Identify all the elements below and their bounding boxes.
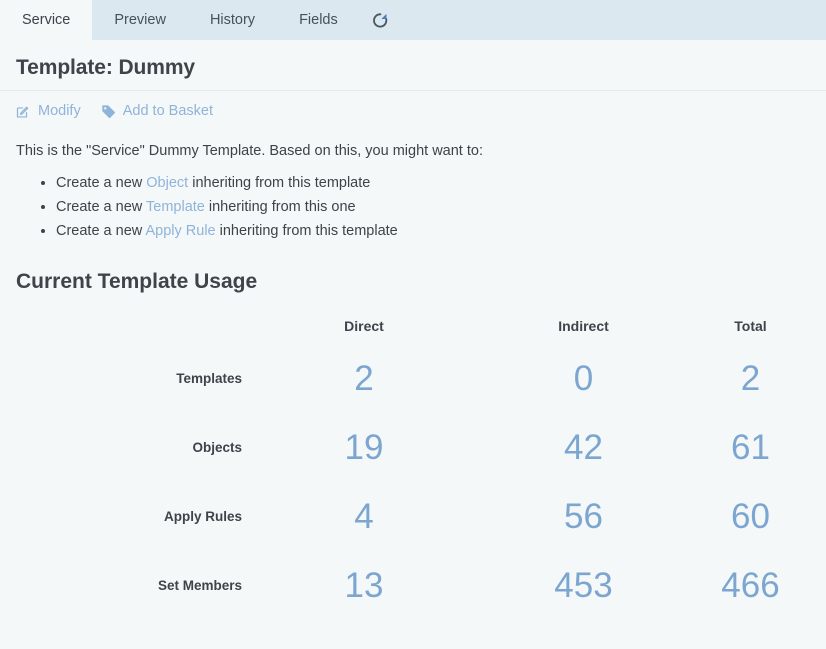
refresh-button[interactable] bbox=[360, 0, 401, 40]
header-blank bbox=[16, 308, 252, 344]
row-label-objects: Objects bbox=[192, 439, 242, 455]
objects-total-count[interactable]: 61 bbox=[691, 413, 810, 482]
page-content: Template: Dummy Modify Add to Basket Thi… bbox=[0, 56, 826, 620]
usage-section-title: Current Template Usage bbox=[16, 269, 258, 293]
objects-indirect-count[interactable]: 42 bbox=[476, 413, 691, 482]
row-label-templates: Templates bbox=[176, 370, 242, 386]
tab-history-label: History bbox=[209, 12, 256, 28]
tab-bar: Service Preview History Fields bbox=[0, 0, 826, 40]
table-header-row: Direct Indirect Total bbox=[16, 308, 810, 344]
set-members-total-count[interactable]: 466 bbox=[691, 551, 810, 620]
modify-link[interactable]: Modify bbox=[16, 103, 81, 119]
header-total: Total bbox=[734, 317, 767, 334]
tab-history[interactable]: History bbox=[188, 0, 277, 40]
intro-text: This is the "Service" Dummy Template. Ba… bbox=[16, 143, 483, 159]
table-row: Set Members 13 453 466 bbox=[16, 551, 810, 620]
tab-service[interactable]: Service bbox=[0, 0, 93, 40]
header-direct: Direct bbox=[344, 317, 384, 334]
tab-preview-label: Preview bbox=[114, 12, 166, 28]
list-item: Create a new Apply Rule inheriting from … bbox=[56, 222, 810, 240]
templates-direct-count[interactable]: 2 bbox=[252, 344, 476, 413]
table-row: Apply Rules 4 56 60 bbox=[16, 482, 810, 551]
header-indirect: Indirect bbox=[558, 317, 609, 334]
suggestion-list: Create a new Object inheriting from this… bbox=[16, 174, 810, 240]
set-members-direct-count[interactable]: 13 bbox=[252, 551, 476, 620]
add-to-basket-link[interactable]: Add to Basket bbox=[101, 103, 213, 119]
templates-indirect-count[interactable]: 0 bbox=[476, 344, 691, 413]
edit-pencil-square-icon bbox=[16, 104, 31, 119]
set-members-indirect-count[interactable]: 453 bbox=[476, 551, 691, 620]
bullet-suffix: inheriting from this one bbox=[204, 198, 356, 215]
tag-icon bbox=[101, 104, 116, 119]
tab-service-label: Service bbox=[22, 12, 71, 28]
apply-rules-total-count[interactable]: 60 bbox=[691, 482, 810, 551]
table-row: Objects 19 42 61 bbox=[16, 413, 810, 482]
templates-total-count[interactable]: 2 bbox=[691, 344, 810, 413]
refresh-icon bbox=[372, 12, 389, 29]
add-to-basket-label: Add to Basket bbox=[122, 103, 213, 119]
row-label-set-members: Set Members bbox=[157, 577, 242, 593]
tab-preview[interactable]: Preview bbox=[92, 0, 188, 40]
apply-rules-indirect-count[interactable]: 56 bbox=[476, 482, 691, 551]
bullet-prefix: Create a new bbox=[56, 222, 146, 239]
title-divider bbox=[0, 90, 826, 91]
tab-fields[interactable]: Fields bbox=[277, 0, 360, 40]
objects-direct-count[interactable]: 19 bbox=[252, 413, 476, 482]
bullet-suffix: inheriting from this template bbox=[215, 222, 398, 239]
modify-label: Modify bbox=[38, 103, 81, 119]
link-template[interactable]: Template bbox=[146, 199, 205, 215]
template-usage-table: Direct Indirect Total Templates 2 0 2 Ob… bbox=[16, 308, 810, 620]
bullet-prefix: Create a new bbox=[56, 198, 147, 215]
tab-fields-label: Fields bbox=[299, 12, 338, 28]
bullet-suffix: inheriting from this template bbox=[188, 174, 371, 191]
row-label-apply-rules: Apply Rules bbox=[163, 508, 242, 524]
table-row: Templates 2 0 2 bbox=[16, 344, 810, 413]
page-title: Template: Dummy bbox=[16, 56, 195, 79]
bullet-prefix: Create a new bbox=[56, 174, 147, 191]
apply-rules-direct-count[interactable]: 4 bbox=[252, 482, 476, 551]
link-apply-rule[interactable]: Apply Rule bbox=[145, 223, 215, 239]
action-links: Modify Add to Basket bbox=[16, 103, 810, 119]
list-item: Create a new Object inheriting from this… bbox=[56, 174, 810, 192]
link-object[interactable]: Object bbox=[146, 175, 188, 191]
list-item: Create a new Template inheriting from th… bbox=[56, 198, 810, 216]
